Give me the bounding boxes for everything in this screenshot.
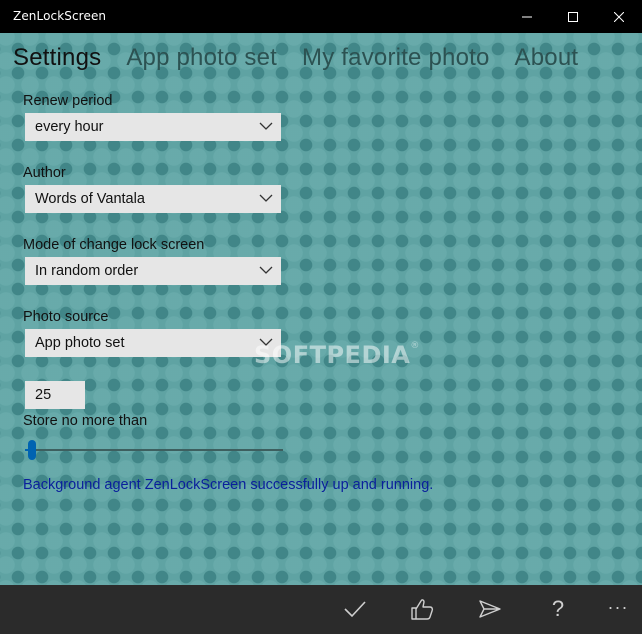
agent-status-message: Background agent ZenLockScreen successfu… bbox=[23, 477, 434, 493]
store-limit-slider[interactable] bbox=[25, 438, 283, 462]
tab-my-favorite-photo[interactable]: My favorite photo bbox=[302, 44, 490, 78]
softpedia-watermark: SOFTPEDIA® bbox=[254, 341, 420, 369]
chevron-down-icon bbox=[259, 122, 273, 130]
more-icon: ··· bbox=[607, 596, 629, 617]
renew-period-dropdown[interactable]: every hour bbox=[25, 113, 281, 141]
photo-source-label: Photo source bbox=[23, 309, 109, 325]
mode-dropdown[interactable]: In random order bbox=[25, 257, 281, 285]
renew-period-value: every hour bbox=[35, 119, 104, 135]
app-window: ZenLockScreen Settings App photo set My … bbox=[0, 0, 642, 634]
maximize-button[interactable] bbox=[550, 0, 596, 33]
chevron-down-icon bbox=[259, 194, 273, 202]
slider-thumb[interactable] bbox=[28, 440, 36, 460]
close-button[interactable] bbox=[596, 0, 642, 33]
question-mark-icon: ? bbox=[551, 596, 565, 621]
mode-label: Mode of change lock screen bbox=[23, 237, 205, 253]
help-button[interactable]: ? bbox=[546, 596, 570, 621]
slider-track bbox=[25, 449, 283, 451]
minimize-icon bbox=[522, 16, 532, 17]
renew-period-label: Renew period bbox=[23, 93, 113, 109]
window-title: ZenLockScreen bbox=[13, 9, 107, 23]
store-limit-value-box[interactable]: 25 bbox=[25, 381, 85, 409]
mode-value: In random order bbox=[35, 263, 139, 279]
tab-about[interactable]: About bbox=[515, 44, 579, 78]
title-bar: ZenLockScreen bbox=[0, 0, 642, 33]
send-icon bbox=[479, 600, 501, 618]
author-value: Words of Vantala bbox=[35, 191, 145, 207]
more-options-button[interactable]: ··· bbox=[606, 595, 630, 619]
store-limit-label: Store no more than bbox=[23, 413, 148, 429]
watermark-text: SOFTPEDIA bbox=[254, 341, 411, 369]
command-bar: ? ··· bbox=[0, 585, 642, 634]
like-button[interactable] bbox=[410, 597, 434, 621]
pivot-tabs: Settings App photo set My favorite photo… bbox=[13, 44, 603, 78]
minimize-button[interactable] bbox=[504, 0, 550, 33]
settings-page: Settings App photo set My favorite photo… bbox=[0, 33, 642, 585]
accept-button[interactable] bbox=[343, 597, 367, 621]
checkmark-icon bbox=[344, 601, 366, 618]
chevron-down-icon bbox=[259, 266, 273, 274]
photo-source-dropdown[interactable]: App photo set bbox=[25, 329, 281, 357]
thumbs-up-icon bbox=[411, 599, 434, 620]
store-limit-value: 25 bbox=[35, 387, 52, 403]
tab-settings[interactable]: Settings bbox=[13, 44, 101, 78]
photo-source-value: App photo set bbox=[35, 335, 125, 351]
send-button[interactable] bbox=[478, 597, 502, 621]
tab-app-photo-set[interactable]: App photo set bbox=[126, 44, 277, 78]
author-dropdown[interactable]: Words of Vantala bbox=[25, 185, 281, 213]
watermark-registered-mark: ® bbox=[410, 341, 420, 351]
close-icon bbox=[614, 11, 624, 22]
maximize-icon bbox=[568, 11, 578, 22]
author-label: Author bbox=[23, 165, 66, 181]
